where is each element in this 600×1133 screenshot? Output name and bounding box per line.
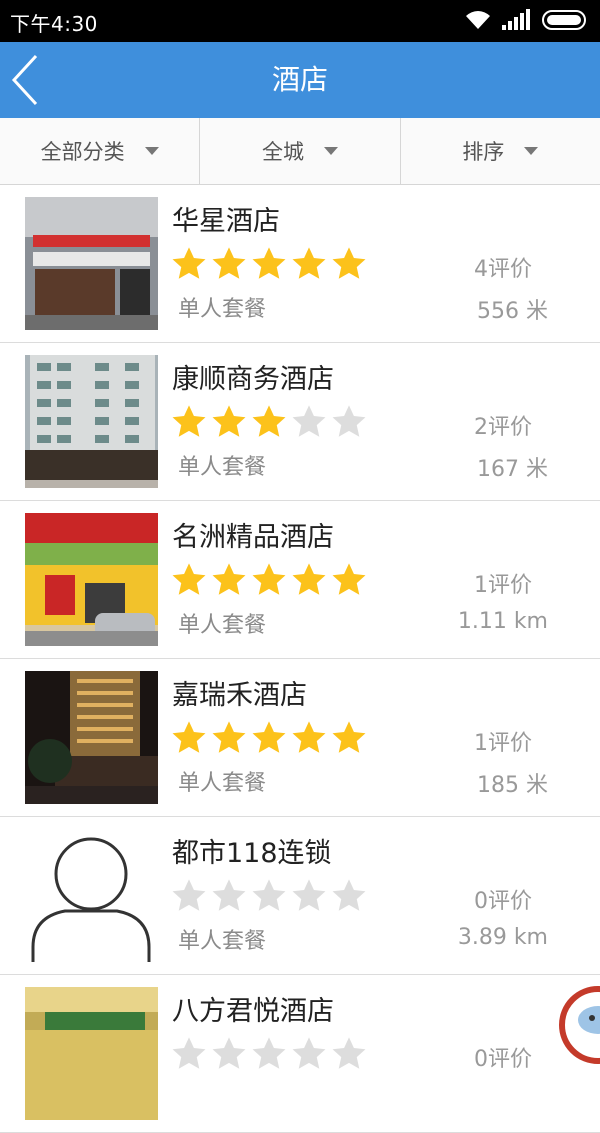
hotel-thumbnail (25, 513, 158, 646)
star-rating (170, 561, 368, 599)
review-count: 4评价 (474, 257, 532, 282)
hotel-list-item[interactable]: 嘉瑞禾酒店 单人套餐 1评价 185 米 (0, 659, 600, 817)
filter-category-label: 全部分类 (40, 140, 125, 164)
dropdown-caret-icon (323, 147, 338, 155)
star-filled-icon (332, 247, 366, 279)
distance: 167 米 (477, 457, 548, 482)
star-filled-icon (252, 405, 286, 437)
hotel-list-item[interactable]: 华星酒店 单人套餐 4评价 556 米 (0, 185, 600, 343)
star-filled-icon (212, 563, 246, 595)
star-filled-icon (212, 405, 246, 437)
filter-area[interactable]: 全城 (199, 118, 399, 184)
distance: 556 米 (477, 299, 548, 324)
star-empty-icon (252, 1037, 286, 1069)
star-filled-icon (292, 247, 326, 279)
star-empty-icon (212, 879, 246, 911)
hotel-thumbnail (25, 987, 158, 1120)
star-filled-icon (212, 247, 246, 279)
distance: 1.11 km (457, 609, 548, 634)
star-rating (170, 877, 368, 915)
wifi-icon (466, 11, 490, 29)
battery-icon (542, 10, 586, 30)
hotel-thumbnail (25, 355, 158, 488)
hotel-package: 单人套餐 (178, 771, 267, 796)
star-filled-icon (172, 405, 206, 437)
star-filled-icon (172, 247, 206, 279)
hotel-name: 嘉瑞禾酒店 (172, 680, 307, 711)
distance: 3.89 km (457, 925, 548, 950)
star-rating (170, 245, 368, 283)
hotel-name: 康顺商务酒店 (172, 364, 334, 395)
hotel-package: 单人套餐 (178, 929, 267, 954)
star-empty-icon (332, 1037, 366, 1069)
hotel-thumbnail (25, 197, 158, 330)
star-empty-icon (292, 879, 326, 911)
review-count: 2评价 (474, 415, 532, 440)
hotel-package: 单人套餐 (178, 613, 267, 638)
star-filled-icon (292, 563, 326, 595)
star-empty-icon (172, 879, 206, 911)
hotel-name: 名洲精品酒店 (172, 522, 334, 553)
hotel-name: 华星酒店 (172, 206, 280, 237)
filter-category[interactable]: 全部分类 (0, 118, 199, 184)
status-time: 下午4:30 (10, 12, 98, 36)
floating-assistant-button[interactable] (558, 980, 600, 1070)
star-filled-icon (172, 721, 206, 753)
star-filled-icon (332, 563, 366, 595)
filter-area-label: 全城 (261, 140, 304, 164)
hotel-name: 八方君悦酒店 (172, 996, 334, 1027)
star-rating (170, 1035, 368, 1073)
star-filled-icon (252, 563, 286, 595)
signal-icon (502, 9, 530, 30)
star-empty-icon (292, 405, 326, 437)
hotel-package: 单人套餐 (178, 297, 267, 322)
page-title: 酒店 (271, 63, 328, 96)
filter-bar: 全部分类 全城 排序 (0, 118, 600, 185)
hotel-list: 华星酒店 单人套餐 4评价 556 米 康顺商务酒店 单人套餐 2评价 167 … (0, 185, 600, 1133)
review-count: 1评价 (474, 573, 532, 598)
hotel-name: 都市118连锁 (172, 838, 332, 869)
filter-sort-label: 排序 (462, 140, 505, 164)
star-empty-icon (212, 1037, 246, 1069)
hotel-thumbnail (25, 671, 158, 804)
nav-bar: 酒店 (0, 42, 600, 118)
star-empty-icon (172, 1037, 206, 1069)
star-empty-icon (332, 879, 366, 911)
hotel-list-item[interactable]: 都市118连锁 单人套餐 0评价 3.89 km (0, 817, 600, 975)
dropdown-caret-icon (144, 147, 159, 155)
star-filled-icon (212, 721, 246, 753)
star-empty-icon (252, 879, 286, 911)
star-empty-icon (332, 405, 366, 437)
hotel-list-item[interactable]: 八方君悦酒店 0评价 (0, 975, 600, 1133)
filter-sort[interactable]: 排序 (399, 118, 600, 184)
star-filled-icon (252, 721, 286, 753)
star-filled-icon (292, 721, 326, 753)
star-rating (170, 403, 368, 441)
review-count: 1评价 (474, 731, 532, 756)
status-icons (464, 9, 590, 31)
hotel-list-item[interactable]: 康顺商务酒店 单人套餐 2评价 167 米 (0, 343, 600, 501)
distance: 185 米 (477, 773, 548, 798)
star-filled-icon (332, 721, 366, 753)
hotel-package: 单人套餐 (178, 455, 267, 480)
star-filled-icon (172, 563, 206, 595)
hotel-list-item[interactable]: 名洲精品酒店 单人套餐 1评价 1.11 km (0, 501, 600, 659)
placeholder-avatar-icon (25, 829, 158, 962)
star-rating (170, 719, 368, 757)
star-filled-icon (252, 247, 286, 279)
status-bar: 下午4:30 (0, 0, 600, 42)
dropdown-caret-icon (524, 147, 539, 155)
review-count: 0评价 (474, 1047, 532, 1072)
review-count: 0评价 (474, 889, 532, 914)
star-empty-icon (292, 1037, 326, 1069)
